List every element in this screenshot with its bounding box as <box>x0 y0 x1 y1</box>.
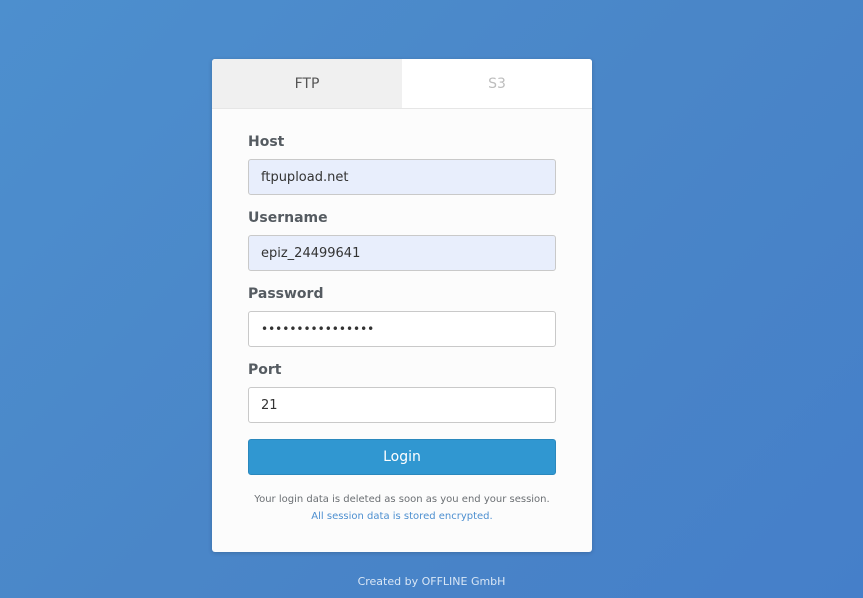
encryption-notice-text: All session data is stored encrypted. <box>311 511 493 522</box>
login-button[interactable]: Login <box>248 439 556 475</box>
port-field-group: Port <box>248 361 556 423</box>
username-field-group: Username <box>248 209 556 271</box>
privacy-notice: Your login data is deleted as soon as yo… <box>248 491 556 525</box>
username-label: Username <box>248 210 328 226</box>
footer-credit: Created by OFFLINE GmbH <box>357 575 506 588</box>
password-input[interactable] <box>248 311 556 347</box>
connection-type-tabs: FTP S3 <box>212 59 592 109</box>
privacy-notice-text: Your login data is deleted as soon as yo… <box>254 494 550 505</box>
host-label: Host <box>248 134 285 150</box>
password-label: Password <box>248 286 324 302</box>
tab-ftp[interactable]: FTP <box>212 59 402 108</box>
login-form: Host Username Password Port Login Your l… <box>212 109 592 525</box>
port-label: Port <box>248 362 282 378</box>
tab-s3[interactable]: S3 <box>402 59 592 108</box>
port-input[interactable] <box>248 387 556 423</box>
login-card: FTP S3 Host Username Password Port Login… <box>212 59 592 552</box>
host-field-group: Host <box>248 133 556 195</box>
host-input[interactable] <box>248 159 556 195</box>
password-field-group: Password <box>248 285 556 347</box>
username-input[interactable] <box>248 235 556 271</box>
